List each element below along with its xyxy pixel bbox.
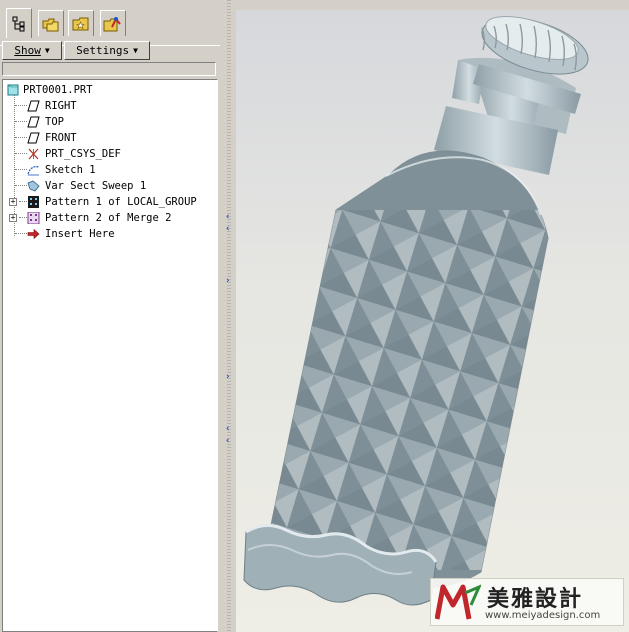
tree-item-label: Sketch 1 xyxy=(45,164,96,176)
model-tree: PRT0001.PRT RIGHT TOP FRONT PRT_CSYS_DEF… xyxy=(2,79,218,632)
model-tree-icon xyxy=(12,16,25,31)
insert-arrow-icon xyxy=(27,228,40,240)
bottle-body xyxy=(270,150,549,589)
brand-url: www.meiyadesign.com xyxy=(485,610,601,621)
expand-right-icon[interactable]: › xyxy=(225,276,230,286)
expand-right-icon[interactable]: › xyxy=(225,372,230,382)
expand-toggle[interactable]: + xyxy=(9,198,17,206)
collapse-left-icon[interactable]: ‹ xyxy=(225,212,230,222)
tab-connections[interactable] xyxy=(100,10,126,36)
settings-menu-button[interactable]: Settings ▼ xyxy=(64,41,150,60)
chevron-down-icon: ▼ xyxy=(133,46,138,55)
chevron-down-icon: ▼ xyxy=(44,46,50,55)
datum-plane-icon xyxy=(27,116,40,128)
bottle-3d-model[interactable] xyxy=(236,10,629,632)
tree-item-label: RIGHT xyxy=(45,100,77,112)
brand-watermark: 美雅設計 www.meiyadesign.com xyxy=(430,578,624,626)
part-icon xyxy=(7,84,19,96)
show-menu-button[interactable]: Show ▼ xyxy=(2,41,62,60)
show-menu-label: Show xyxy=(14,44,41,57)
collapse-left-icon[interactable]: ‹ xyxy=(225,436,230,446)
coordinate-system-icon xyxy=(28,148,39,160)
settings-menu-label: Settings xyxy=(76,44,130,57)
tree-connector xyxy=(15,233,27,234)
tree-item-label: Insert Here xyxy=(45,228,115,240)
tree-toolbar: Show ▼ Settings ▼ xyxy=(2,41,218,61)
tree-filter-bar[interactable] xyxy=(2,62,216,76)
expand-toggle[interactable]: + xyxy=(9,214,17,222)
tree-connector xyxy=(19,201,27,202)
tree-connector xyxy=(15,121,27,122)
sketch-icon xyxy=(27,166,40,176)
brand-name: 美雅設計 xyxy=(487,587,584,612)
tree-connector xyxy=(15,169,27,170)
navigator-tabs xyxy=(0,8,222,46)
tree-item-label: Var Sect Sweep 1 xyxy=(45,180,147,192)
tree-item-label: PRT0001.PRT xyxy=(23,84,93,96)
datum-plane-icon xyxy=(27,100,40,112)
pattern-icon xyxy=(28,196,39,208)
graphics-viewport[interactable] xyxy=(236,10,629,632)
model-tree-panel: Show ▼ Settings ▼ PRT0001.PRT RIGHT TOP … xyxy=(0,0,222,632)
tree-connector xyxy=(15,105,27,106)
tab-model-tree[interactable] xyxy=(6,8,32,38)
tab-folder-browser[interactable] xyxy=(38,10,64,36)
tree-connector xyxy=(15,153,27,154)
pattern-icon xyxy=(27,212,40,224)
panel-splitter[interactable]: ‹ ‹ › › ‹ ‹ xyxy=(222,0,236,632)
sweep-icon xyxy=(27,180,40,192)
connections-icon xyxy=(103,16,121,31)
favorites-icon xyxy=(72,17,89,30)
tree-connector xyxy=(15,137,27,138)
folder-browser-icon xyxy=(42,18,59,31)
brand-logo-icon xyxy=(435,584,481,620)
tree-item-label: Pattern 2 of Merge 2 xyxy=(45,212,172,224)
tree-item-label: PRT_CSYS_DEF xyxy=(45,148,121,160)
tab-favorites[interactable] xyxy=(68,10,94,36)
tree-item-label: Pattern 1 of LOCAL_GROUP xyxy=(45,196,197,208)
collapse-left-icon[interactable]: ‹ xyxy=(225,224,230,234)
collapse-left-icon[interactable]: ‹ xyxy=(225,424,230,434)
datum-plane-icon xyxy=(27,132,40,144)
tree-connector xyxy=(15,185,27,186)
tree-item-label: FRONT xyxy=(45,132,77,144)
tree-item-label: TOP xyxy=(45,116,64,128)
splitter-grip[interactable] xyxy=(227,0,231,632)
tree-connector xyxy=(19,217,27,218)
